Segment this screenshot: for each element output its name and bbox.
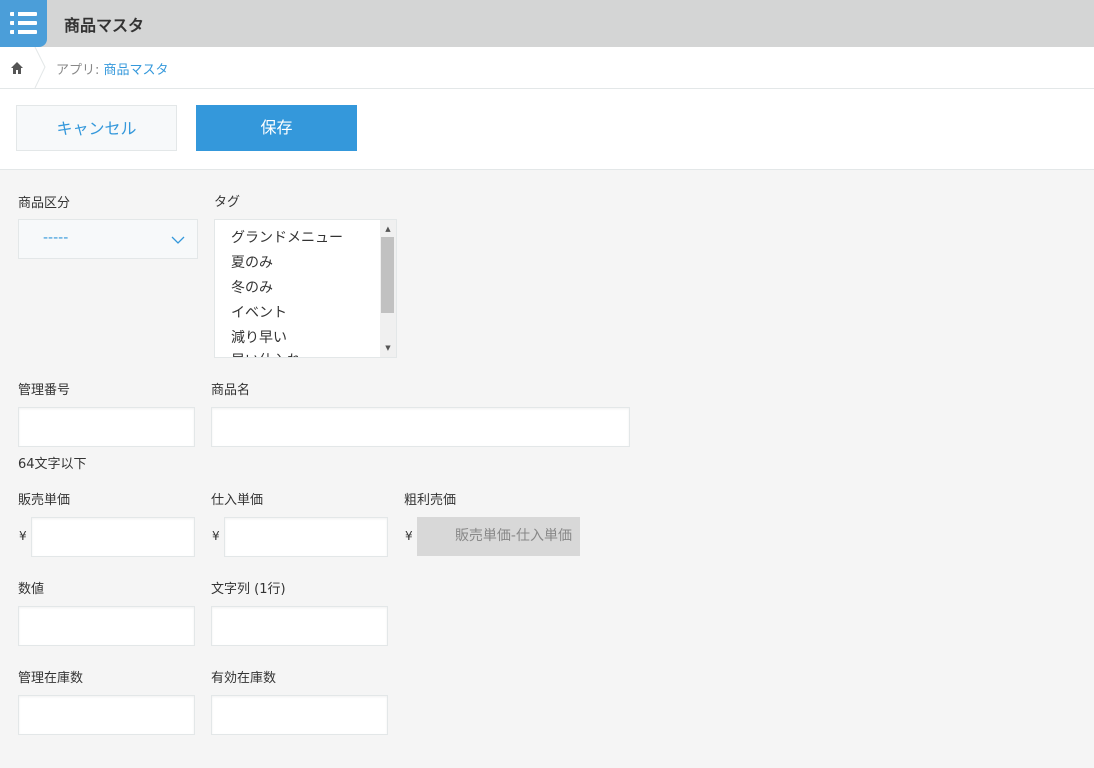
app-title: 商品マスタ [64,16,145,35]
category-select[interactable]: ----- [18,219,198,259]
text-single-input[interactable] [211,606,388,646]
scrollbar-thumb[interactable] [381,237,394,313]
scroll-up-icon[interactable]: ▲ [381,222,395,236]
app-header: 商品マスタ [0,0,1094,47]
management-no-hint: 64文字以下 [18,457,87,472]
managed-stock-input[interactable] [18,695,195,735]
yen-symbol: ¥ [405,529,413,543]
scroll-down-icon[interactable]: ▼ [381,341,395,355]
management-no-label: 管理番号 [18,383,71,398]
purchase-price-input[interactable] [224,517,388,557]
sale-price-label: 販売単価 [18,493,71,508]
managed-stock-label: 管理在庫数 [18,671,84,686]
cancel-button[interactable]: キャンセル [16,105,177,151]
breadcrumb-separator-icon [34,47,46,88]
tags-listbox[interactable]: グランドメニュー 夏のみ 冬のみ イベント 減り早い 早い仕入れ ▲ ▼ [214,219,397,358]
breadcrumb-app-link[interactable]: 商品マスタ [104,63,169,78]
product-name-label: 商品名 [211,383,251,398]
effective-stock-input[interactable] [211,695,388,735]
text-single-label: 文字列 (1行) [211,582,286,597]
gross-profit-calculated-field: 販売単価-仕入単価 [417,517,580,556]
app-list-icon[interactable] [0,0,47,47]
number-input[interactable] [18,606,195,646]
home-icon[interactable] [9,60,25,76]
list-item[interactable]: イベント [231,302,287,322]
list-item[interactable]: 冬のみ [231,277,273,297]
save-button[interactable]: 保存 [196,105,357,151]
yen-symbol: ¥ [19,529,27,543]
category-label: 商品区分 [18,196,71,211]
yen-symbol: ¥ [212,529,220,543]
effective-stock-label: 有効在庫数 [211,671,277,686]
sale-price-input[interactable] [31,517,195,557]
product-name-input[interactable] [211,407,630,447]
management-no-input[interactable] [18,407,195,447]
edit-toolbar: キャンセル 保存 [0,89,1094,170]
breadcrumb-text: アプリ: 商品マスタ [56,59,169,78]
gross-profit-label: 粗利売価 [404,493,457,508]
chevron-down-icon [171,236,185,244]
list-item[interactable]: 減り早い [231,327,287,347]
category-select-value: ----- [43,230,69,246]
list-item[interactable]: 早い仕入れ [231,350,301,357]
list-item[interactable]: 夏のみ [231,252,273,272]
breadcrumb-prefix: アプリ: [56,63,104,78]
tags-label: タグ [214,195,241,210]
purchase-price-label: 仕入単価 [211,493,264,508]
breadcrumb: アプリ: 商品マスタ [0,47,1094,89]
number-label: 数値 [18,582,45,597]
list-item[interactable]: グランドメニュー [231,227,343,247]
